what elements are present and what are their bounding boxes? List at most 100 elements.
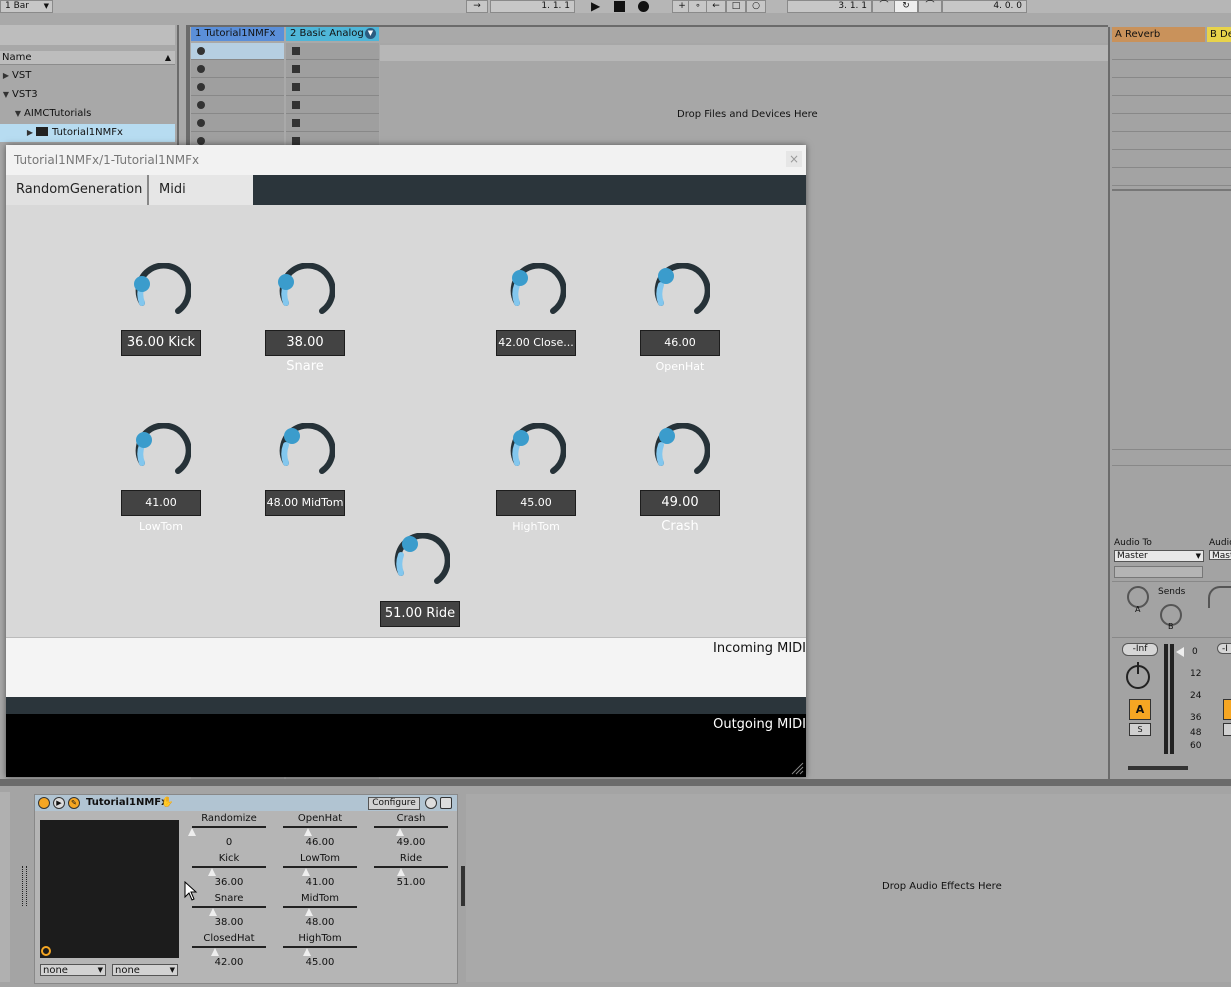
collapse-icon[interactable]: ▼ bbox=[0, 86, 12, 104]
audio-to-select-b[interactable]: Mast bbox=[1209, 550, 1231, 560]
volume-value-b[interactable]: -I bbox=[1217, 643, 1231, 654]
punch-in-icon[interactable]: ⌒ bbox=[872, 0, 896, 13]
clip-slot[interactable] bbox=[286, 61, 379, 78]
param-slider-thumb[interactable] bbox=[302, 868, 310, 876]
closedhat-value-label[interactable]: 42.00 Close... bbox=[496, 330, 576, 356]
lowtom-value-label[interactable]: 41.00 LowTom bbox=[121, 490, 201, 533]
overdub-icon[interactable]: ○ bbox=[746, 0, 766, 13]
lowtom-knob[interactable] bbox=[131, 422, 192, 483]
loop-start[interactable]: 3. 1. 1 bbox=[787, 0, 872, 13]
track-header-1[interactable]: 1 Tutorial1NMFx bbox=[191, 27, 284, 41]
play-icon[interactable]: ▶ bbox=[591, 0, 600, 12]
param-snare[interactable]: Snare 38.00 bbox=[192, 893, 266, 933]
audio-to-channel[interactable] bbox=[1114, 566, 1203, 578]
clip-stop-square-icon[interactable] bbox=[292, 137, 300, 145]
send-knob-b-partial[interactable] bbox=[1208, 586, 1231, 608]
sort-arrow-icon[interactable]: ▲ bbox=[165, 51, 171, 64]
hightom-knob[interactable] bbox=[506, 422, 567, 483]
device-power-icon[interactable] bbox=[38, 797, 50, 809]
browser-item-vst[interactable]: ▶ VST bbox=[0, 67, 175, 85]
close-icon[interactable]: × bbox=[786, 151, 802, 167]
param-midtom[interactable]: MidTom 48.00 bbox=[283, 893, 357, 933]
device-save-icon[interactable] bbox=[440, 797, 452, 809]
xy-pad[interactable] bbox=[40, 820, 179, 958]
quantize-select[interactable]: 1 Bar ▼ bbox=[0, 0, 53, 13]
param-ride[interactable]: Ride 51.00 bbox=[374, 853, 448, 893]
device-play-icon[interactable]: ▶ bbox=[53, 797, 65, 809]
audio-effects-drop-area[interactable]: Drop Audio Effects Here bbox=[466, 794, 1231, 982]
clip-slot[interactable] bbox=[1112, 115, 1231, 132]
device-titlebar[interactable]: ▶ ✎ Tutorial1NMFx ✋ Configure bbox=[35, 795, 457, 811]
hightom-value-label[interactable]: 45.00 HighTom bbox=[496, 490, 576, 533]
track-fold-icon[interactable]: ▼ bbox=[365, 28, 376, 39]
openhat-value-label[interactable]: 46.00 OpenHat bbox=[640, 330, 720, 373]
audio-to-select[interactable]: Master ▼ bbox=[1114, 550, 1204, 562]
browser-search-area[interactable] bbox=[0, 25, 175, 45]
record-icon[interactable] bbox=[638, 1, 649, 12]
param-slider-thumb[interactable] bbox=[211, 948, 219, 956]
snare-value-label[interactable]: 38.00 Snare bbox=[265, 330, 345, 374]
window-titlebar[interactable]: Tutorial1NMFx/1-Tutorial1NMFx bbox=[6, 145, 806, 175]
midtom-knob[interactable] bbox=[275, 422, 336, 483]
crash-knob[interactable] bbox=[650, 422, 711, 483]
drag-handle-icon[interactable] bbox=[22, 866, 27, 906]
param-slider-thumb[interactable] bbox=[396, 828, 404, 836]
param-slider-thumb[interactable] bbox=[209, 908, 217, 916]
clip-slot[interactable] bbox=[1112, 97, 1231, 114]
clip-stop-dot-icon[interactable] bbox=[197, 65, 205, 73]
hand-icon[interactable]: ✋ bbox=[161, 797, 173, 808]
resize-grip-icon[interactable] bbox=[790, 761, 804, 775]
snare-knob[interactable] bbox=[275, 262, 336, 323]
param-slider-thumb[interactable] bbox=[188, 828, 196, 836]
param-randomize[interactable]: Randomize 0 bbox=[188, 813, 266, 853]
param-slider-thumb[interactable] bbox=[208, 868, 216, 876]
clip-slot[interactable] bbox=[286, 43, 379, 60]
automation-arm-icon[interactable]: ∘ bbox=[688, 0, 708, 13]
midtom-value-label[interactable]: 48.00 MidTom bbox=[265, 490, 345, 516]
loop-switch-icon[interactable]: ↻ bbox=[894, 0, 918, 13]
clip-slot[interactable] bbox=[191, 97, 284, 114]
clip-stop-dot-icon[interactable] bbox=[197, 137, 205, 145]
param-slider-thumb[interactable] bbox=[304, 828, 312, 836]
param-hightom[interactable]: HighTom 45.00 bbox=[283, 933, 357, 973]
stop-icon[interactable] bbox=[614, 1, 625, 12]
param-slider-thumb[interactable] bbox=[305, 908, 313, 916]
expand-icon[interactable]: ▶ bbox=[24, 124, 36, 142]
ride-value-label[interactable]: 51.00 Ride bbox=[380, 601, 460, 627]
clip-slot[interactable] bbox=[286, 97, 379, 114]
punch-out-icon[interactable]: ⌒ bbox=[918, 0, 942, 13]
session-record-icon[interactable]: □ bbox=[726, 0, 746, 13]
device-edit-icon[interactable]: ✎ bbox=[68, 797, 80, 809]
crash-value-label[interactable]: 49.00 Crash bbox=[640, 490, 720, 534]
openhat-knob[interactable] bbox=[650, 262, 711, 323]
xy-pad-handle[interactable] bbox=[41, 946, 51, 956]
y-mapping-select[interactable]: none ▼ bbox=[112, 964, 178, 976]
clip-stop-dot-icon[interactable] bbox=[197, 101, 205, 109]
clip-slot[interactable] bbox=[191, 43, 284, 60]
volume-fader-icon[interactable] bbox=[1176, 647, 1184, 657]
clip-stop-square-icon[interactable] bbox=[292, 47, 300, 55]
clip-stop-dot-icon[interactable] bbox=[197, 119, 205, 127]
collapse-icon[interactable]: ▼ bbox=[12, 105, 24, 123]
kick-value-label[interactable]: 36.00 Kick bbox=[121, 330, 201, 356]
clip-slot[interactable] bbox=[1112, 43, 1231, 60]
return-header-b[interactable]: B De bbox=[1207, 27, 1231, 42]
param-openhat[interactable]: OpenHat 46.00 bbox=[283, 813, 357, 853]
kick-knob[interactable] bbox=[131, 262, 192, 323]
tab-midi-mappings[interactable]: Midi Mappings bbox=[148, 175, 253, 227]
track-header-2[interactable]: 2 Basic Analog ▼ bbox=[286, 27, 379, 41]
crossfade-assign[interactable] bbox=[1128, 766, 1188, 770]
clip-slot[interactable] bbox=[191, 79, 284, 96]
clip-slot[interactable] bbox=[1112, 133, 1231, 150]
solo-button[interactable]: S bbox=[1129, 723, 1151, 736]
solo-button-b[interactable] bbox=[1223, 723, 1231, 736]
x-mapping-select[interactable]: none ▼ bbox=[40, 964, 106, 976]
follow-icon[interactable]: → bbox=[466, 0, 488, 13]
clip-slot[interactable] bbox=[1112, 61, 1231, 78]
clip-slot[interactable] bbox=[1112, 79, 1231, 96]
param-lowtom[interactable]: LowTom 41.00 bbox=[283, 853, 357, 893]
clip-slot[interactable] bbox=[286, 79, 379, 96]
param-slider-thumb[interactable] bbox=[397, 868, 405, 876]
device-refresh-icon[interactable] bbox=[425, 797, 437, 809]
param-kick[interactable]: Kick 36.00 bbox=[192, 853, 266, 893]
